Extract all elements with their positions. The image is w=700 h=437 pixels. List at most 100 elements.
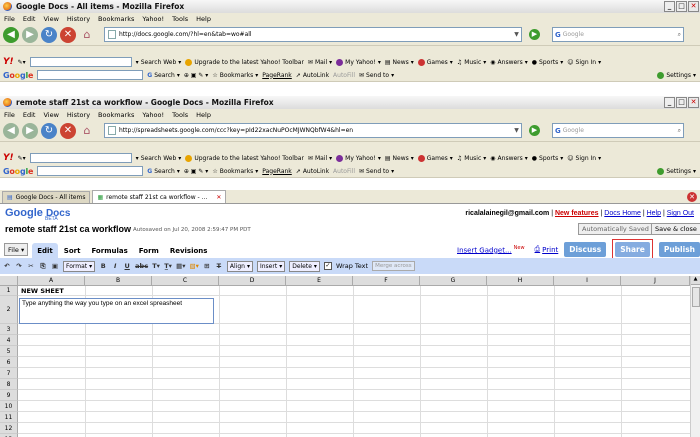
yahoo-logo[interactable]: Y! [3,153,14,163]
tab-formulas[interactable]: Formulas [86,243,132,258]
yahoo-sports[interactable]: ● Sports ▾ [532,155,564,162]
column-header[interactable]: D [219,276,286,285]
menu-history[interactable]: History [67,15,90,23]
reload-icon[interactable]: ↻ [41,26,57,43]
tab-close-icon[interactable]: ✕ [216,194,221,201]
table-row[interactable] [18,401,690,412]
clear-format-icon[interactable]: T [215,262,223,270]
search-icon[interactable]: ⌕ [678,127,681,135]
menu-help[interactable]: Help [196,15,211,23]
document-title[interactable]: remote staff 21st ca workflow [5,224,131,234]
yahoo-news[interactable]: ▤ News ▾ [385,59,414,66]
row-header[interactable]: 9 [0,390,18,401]
row-header[interactable]: 6 [0,357,18,368]
print-link[interactable]: ⎙ Print [535,245,559,254]
publish-button[interactable]: Publish [658,242,700,257]
table-row[interactable] [18,335,690,346]
strikethrough-icon[interactable]: abc [135,262,148,270]
row-header[interactable]: 8 [0,379,18,390]
google-autofill[interactable]: AutoFill [333,72,355,79]
yahoo-sign-in[interactable]: ☺ Sign In ▾ [567,59,601,66]
google-send-to[interactable]: ✉ Send to ▾ [359,168,394,175]
column-header[interactable]: G [420,276,487,285]
text-color-icon[interactable]: T̲▾ [164,262,172,270]
google-search-button[interactable]: G Search ▾ [147,168,180,175]
bold-icon[interactable]: B [99,262,107,270]
tab-sort[interactable]: Sort [59,243,86,258]
column-header[interactable]: B [85,276,152,285]
close-tab-icon[interactable]: ✕ [687,192,697,202]
yahoo-news[interactable]: ▤ News ▾ [385,155,414,162]
menu-bookmarks[interactable]: Bookmarks [98,15,134,23]
go-icon[interactable]: ▶ [529,29,540,40]
menu-yahoo[interactable]: Yahoo! [142,15,164,23]
google-search-button[interactable]: G Search ▾ [147,72,180,79]
insert-dropdown[interactable]: Insert ▾ [256,260,286,272]
column-header[interactable]: A [18,276,85,285]
yahoo-search-input[interactable] [29,57,132,67]
yahoo-answers[interactable]: ◉ Answers ▾ [490,59,528,66]
row-header[interactable]: 7 [0,368,18,379]
undo-icon[interactable]: ↶ [3,262,11,270]
google-toolbar-input[interactable] [37,166,144,176]
forward-icon[interactable]: ▶ [22,26,38,43]
column-header[interactable]: C [152,276,219,285]
toolbar-icons[interactable]: ⊕ ▣ ✎ ▾ [184,72,208,79]
minimize-icon[interactable]: _ [664,1,675,12]
home-icon[interactable]: ⌂ [79,123,95,139]
yahoo-games[interactable]: Games ▾ [417,154,453,162]
corner-cell[interactable] [0,276,18,285]
close-icon[interactable]: ✕ [688,97,699,108]
menu-edit[interactable]: Edit [23,15,36,23]
column-header[interactable]: F [353,276,420,285]
menu-edit[interactable]: Edit [23,111,36,119]
yahoo-mail[interactable]: ✉ Mail ▾ [308,155,332,162]
yahoo-my-yahoo[interactable]: My Yahoo! ▾ [336,58,381,66]
table-row[interactable] [18,379,690,390]
row-header[interactable]: 4 [0,335,18,346]
font-size-icon[interactable]: T▾ [152,262,160,270]
menu-view[interactable]: View [43,15,58,23]
yahoo-search-input[interactable] [29,153,132,163]
new-features-link[interactable]: New features [555,210,599,217]
sign-out-link[interactable]: Sign Out [667,210,694,217]
row-header[interactable]: 2 [0,296,18,324]
copy-icon[interactable]: ⎘ [39,262,47,271]
chevron-down-icon[interactable]: ▼ [512,31,521,38]
file-menu-button[interactable]: File ▾ [4,243,29,256]
table-row[interactable] [18,357,690,368]
row-header[interactable]: 3 [0,324,18,335]
column-header[interactable]: I [554,276,621,285]
yahoo-search-web[interactable]: ▾ Search Web ▾ [136,155,182,162]
minimize-icon[interactable]: _ [664,97,675,108]
back-icon[interactable]: ◀ [3,26,19,43]
row-header[interactable]: 1 [0,286,18,296]
yahoo-my-yahoo[interactable]: My Yahoo! ▾ [336,154,381,162]
yahoo-music[interactable]: ♫ Music ▾ [457,155,486,162]
underline-icon[interactable]: U [123,262,131,270]
column-header[interactable]: H [487,276,554,285]
row-header[interactable]: 12 [0,423,18,434]
stop-icon[interactable]: ✕ [60,26,76,43]
save-close-button[interactable]: Save & close [651,223,700,235]
tab-revisions[interactable]: Revisions [165,243,213,258]
table-row[interactable] [18,423,690,434]
column-header[interactable]: E [286,276,353,285]
menu-view[interactable]: View [43,111,58,119]
delete-dropdown[interactable]: Delete ▾ [289,260,320,272]
back-icon[interactable]: ◀ [3,122,19,139]
url-input[interactable]: http://spreadsheets.google.com/ccc?key=p… [104,123,522,138]
google-bookmarks[interactable]: ☆ Bookmarks ▾ [212,72,258,79]
merge-across-button[interactable]: Merge across [372,261,415,271]
table-row[interactable] [18,368,690,379]
help-link[interactable]: Help [647,210,661,217]
yahoo-games[interactable]: Games ▾ [417,58,453,66]
menu-bookmarks[interactable]: Bookmarks [98,111,134,119]
table-row[interactable] [18,412,690,423]
search-input[interactable]: G Google ⌕ [552,123,684,138]
scroll-thumb[interactable] [692,287,700,307]
search-input[interactable]: G Google ⌕ [552,27,684,42]
google-autolink[interactable]: ➚ AutoLink [296,72,329,79]
google-autofill[interactable]: AutoFill [333,168,355,175]
tab-edit[interactable]: Edit [32,243,58,258]
